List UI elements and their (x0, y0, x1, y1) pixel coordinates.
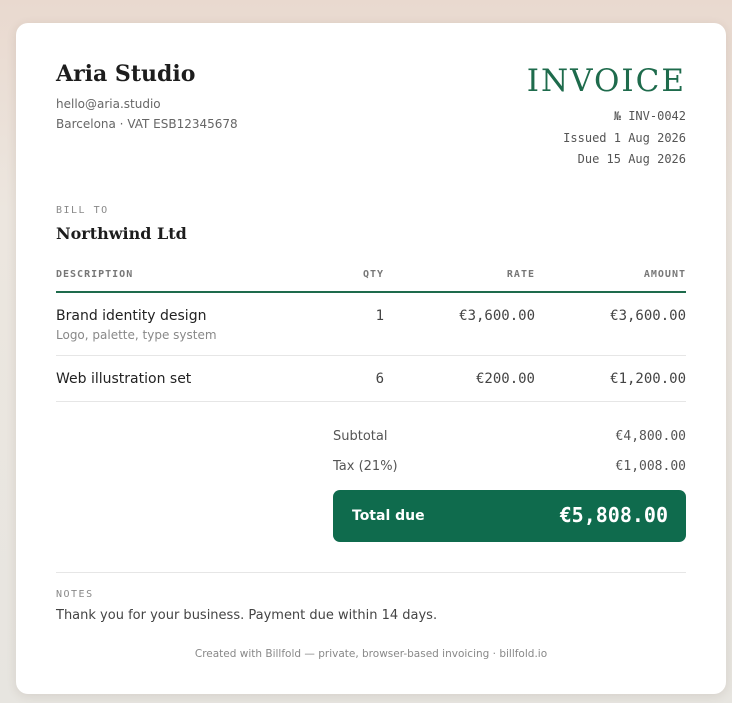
line-item-rate: €3,600.00 (459, 308, 535, 324)
bill-to-name: Northwind Ltd (56, 224, 187, 243)
tax-label: Tax (21%) (333, 459, 398, 474)
seller-name: Aria Studio (56, 61, 196, 87)
invoice-paper: Aria Studio hello@aria.studio Barcelona … (16, 23, 726, 694)
invoice-issued-date: Issued 1 Aug 2026 (563, 131, 686, 145)
invoice-title: INVOICE (526, 63, 686, 99)
notes-label: NOTES (56, 589, 94, 600)
subtotal-label: Subtotal (333, 429, 388, 444)
invoice-content: Aria Studio hello@aria.studio Barcelona … (56, 23, 686, 694)
line-item-qty: 6 (375, 371, 384, 387)
seller-address: Barcelona · VAT ESB12345678 (56, 117, 238, 131)
seller-email: hello@aria.studio (56, 97, 161, 111)
total-due-label: Total due (352, 508, 425, 524)
line-item-subtitle: Logo, palette, type system (56, 328, 217, 342)
bill-to-label: BILL TO (56, 205, 109, 216)
column-header-qty: QTY (362, 269, 384, 280)
footer-credit: Created with Billfold — private, browser… (194, 648, 548, 660)
total-due-value: €5,808.00 (559, 503, 668, 527)
table-row: Brand identity design Logo, palette, typ… (56, 293, 686, 356)
line-item-amount: €3,600.00 (610, 308, 686, 324)
invoice-due-date: Due 15 Aug 2026 (577, 152, 686, 166)
subtotal-value: €4,800.00 (615, 429, 686, 444)
line-item-title: Brand identity design (56, 308, 207, 324)
invoice-number: № INV-0042 (613, 109, 686, 123)
total-due-box: Total due €5,808.00 (333, 490, 686, 542)
line-items-header: DESCRIPTION QTY RATE AMOUNT (56, 269, 686, 283)
line-item-amount: €1,200.00 (610, 371, 686, 387)
notes-text: Thank you for your business. Payment due… (56, 608, 438, 623)
line-item-rate: €200.00 (475, 371, 535, 387)
line-item-qty: 1 (375, 308, 384, 324)
tax-value: €1,008.00 (615, 459, 686, 474)
column-header-rate: RATE (506, 269, 535, 280)
line-item-title: Web illustration set (56, 371, 192, 387)
column-header-description: DESCRIPTION (56, 269, 134, 280)
notes-divider (56, 572, 686, 573)
column-header-amount: AMOUNT (643, 269, 686, 280)
table-row: Web illustration set 6 €200.00 €1,200.00 (56, 356, 686, 402)
